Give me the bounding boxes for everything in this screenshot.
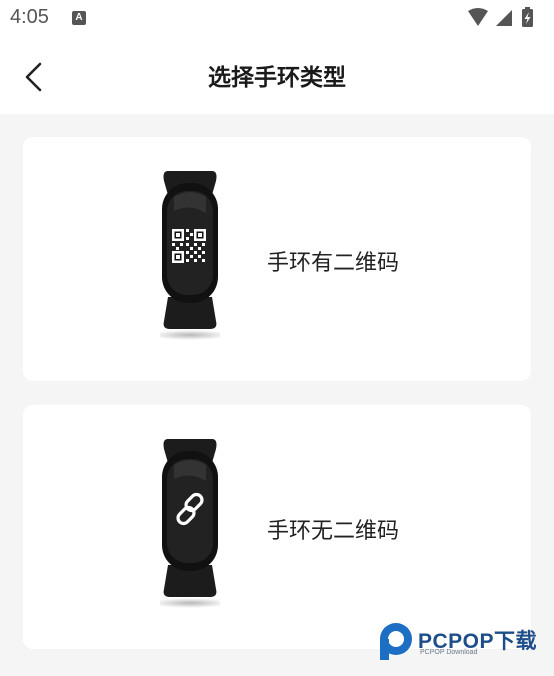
wifi-icon bbox=[468, 8, 488, 26]
link-band-icon bbox=[160, 439, 220, 608]
watermark-logo: PCPOP下载 PCPOP Download bbox=[376, 620, 548, 662]
status-bar: 4:05 A bbox=[0, 0, 554, 38]
qr-band-icon bbox=[160, 171, 220, 340]
option-card-without-qr[interactable]: 手环无二维码 bbox=[23, 405, 531, 649]
notification-a-icon: A bbox=[72, 11, 86, 25]
page-title: 选择手环类型 bbox=[208, 65, 346, 91]
app-header: 选择手环类型 bbox=[0, 38, 554, 114]
status-icons bbox=[468, 7, 533, 27]
signal-icon bbox=[496, 10, 512, 26]
watermark-sub: PCPOP Download bbox=[420, 649, 478, 656]
option-label-without-qr: 手环无二维码 bbox=[267, 519, 400, 544]
option-card-with-qr[interactable]: 手环有二维码 bbox=[23, 137, 531, 381]
option-label-with-qr: 手环有二维码 bbox=[267, 251, 400, 276]
status-time: 4:05 bbox=[10, 6, 49, 28]
pcpop-logo-icon bbox=[380, 623, 412, 660]
